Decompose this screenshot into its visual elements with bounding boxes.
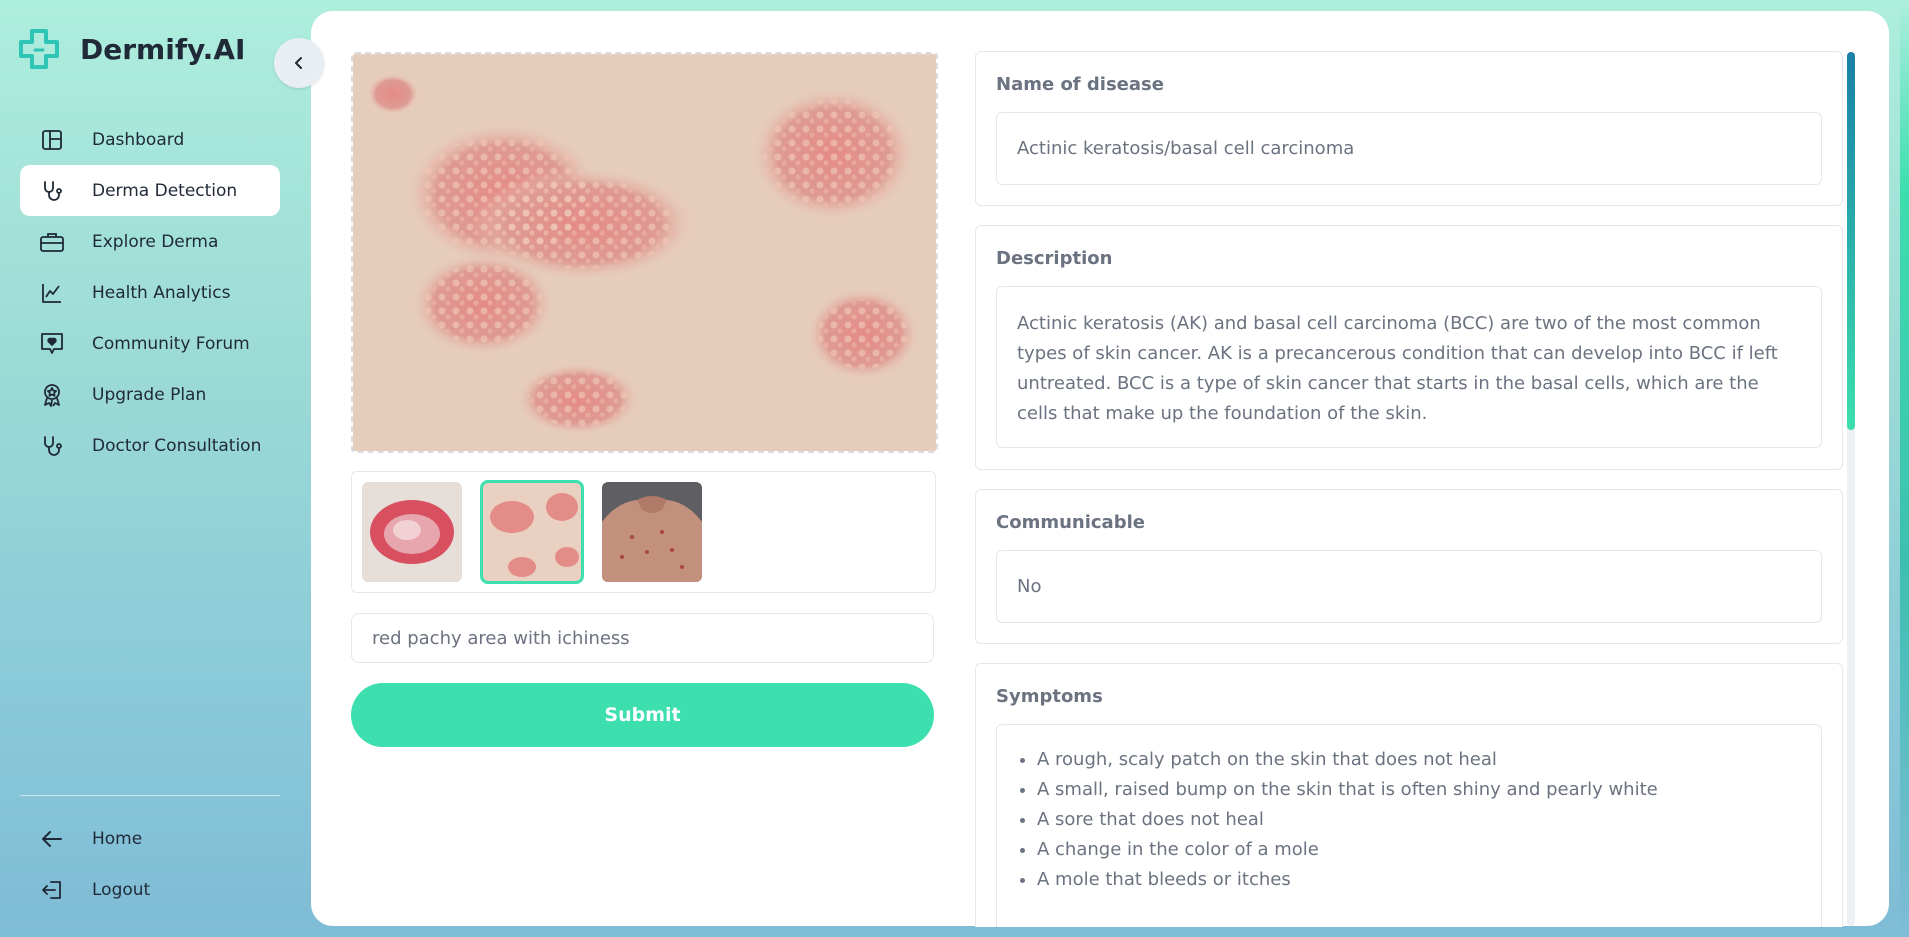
communicable-value: No [996,550,1822,623]
results-scrollbar-thumb[interactable] [1847,52,1855,430]
sidebar-bottom-nav: Home Logout [20,813,280,915]
sidebar-item-upgrade-plan[interactable]: Upgrade Plan [20,369,280,420]
sidebar-nav: Dashboard Derma Detection Explore Derma … [20,114,280,471]
layout-icon [36,124,68,156]
sidebar-item-dashboard[interactable]: Dashboard [20,114,280,165]
symptom-description-input[interactable] [351,613,934,663]
symptom-item: A small, raised bump on the skin that is… [1037,775,1801,805]
sidebar-item-label: Upgrade Plan [92,384,207,405]
sidebar-item-home[interactable]: Home [20,813,280,864]
description-label: Description [996,248,1113,269]
briefcase-icon [36,226,68,258]
sidebar-item-label: Dashboard [92,129,185,150]
heart-message-icon [36,328,68,360]
thumbnail-3[interactable] [602,482,702,582]
medical-cross-icon [19,29,59,69]
symptom-item: A mole that bleeds or itches [1037,865,1801,895]
line-chart-icon [36,277,68,309]
window-edge-accent [1900,0,1909,937]
back-acne-image [602,482,702,582]
sidebar-item-label: Community Forum [92,333,250,354]
chevron-left-icon [295,57,302,69]
description-card: Description Actinic keratosis (AK) and b… [975,225,1843,470]
sidebar-item-label: Health Analytics [92,282,231,303]
stethoscope-icon [36,175,68,207]
collapse-sidebar-button[interactable] [274,38,324,88]
symptoms-list-box: A rough, scaly patch on the skin that do… [996,724,1822,927]
symptom-item: A change in the color of a mole [1037,835,1801,865]
sidebar-item-label: Derma Detection [92,180,238,201]
symptoms-list: A rough, scaly patch on the skin that do… [1017,745,1801,895]
sidebar-item-explore-derma[interactable]: Explore Derma [20,216,280,267]
sidebar-item-label: Home [92,828,143,849]
eczema-patch-image [362,482,462,582]
disease-name-label: Name of disease [996,74,1164,95]
award-icon [36,379,68,411]
sidebar-item-health-analytics[interactable]: Health Analytics [20,267,280,318]
sidebar-item-logout[interactable]: Logout [20,864,280,915]
sidebar-item-doctor-consultation[interactable]: Doctor Consultation [20,420,280,471]
disease-name-card: Name of disease Actinic keratosis/basal … [975,51,1843,206]
description-value: Actinic keratosis (AK) and basal cell ca… [996,286,1822,448]
submit-button[interactable]: Submit [351,683,934,747]
app-name: Dermify.AI [80,32,246,66]
thumbnail-strip [351,471,936,593]
arrow-left-icon [36,823,68,855]
sidebar-item-derma-detection[interactable]: Derma Detection [20,165,280,216]
image-preview-dropzone[interactable] [351,52,938,453]
disease-name-value: Actinic keratosis/basal cell carcinoma [996,112,1822,185]
thumbnail-2[interactable] [480,480,584,584]
sidebar-item-label: Explore Derma [92,231,219,252]
symptom-item: A sore that does not heal [1037,805,1801,835]
stethoscope-icon [36,430,68,462]
thumbnail-1[interactable] [362,482,462,582]
logout-icon [36,874,68,906]
sidebar-item-label: Doctor Consultation [92,435,262,456]
app-logo[interactable]: Dermify.AI [18,28,245,70]
sidebar-item-label: Logout [92,879,151,900]
communicable-card: Communicable No [975,489,1843,644]
sidebar-item-community-forum[interactable]: Community Forum [20,318,280,369]
symptoms-label: Symptoms [996,686,1103,707]
main-panel: Submit Name of disease Actinic keratosis… [311,11,1889,927]
clustered-papules-image [482,482,582,582]
symptom-item: A rough, scaly patch on the skin that do… [1037,745,1801,775]
sidebar-divider [20,795,280,796]
skin-lesion-image [353,54,936,451]
communicable-label: Communicable [996,512,1145,533]
symptoms-card: Symptoms A rough, scaly patch on the ski… [975,663,1843,927]
